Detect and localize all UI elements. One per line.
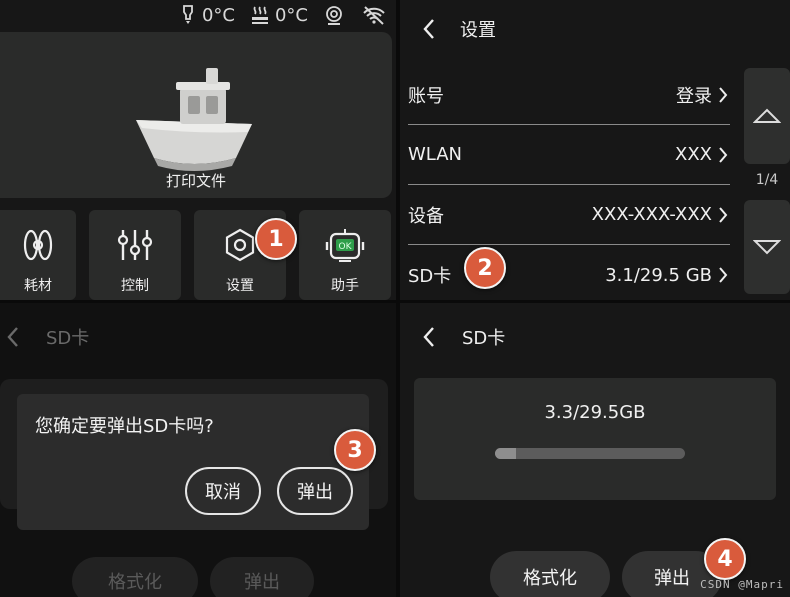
print-file-card[interactable]: 打印文件 [0,32,392,198]
tile-filament-label: 耗材 [24,278,52,294]
step-badge-1: 1 [255,218,297,260]
sd-card-title: SD卡 [462,328,506,349]
robot-assistant-icon: OK [325,229,365,262]
status-bar: 0°C 0°C [180,0,396,30]
eject-confirm-dialog: 您确定要弹出SD卡吗? 取消 弹出 [17,394,369,530]
settings-row-label: WLAN [408,144,463,165]
chevron-left-icon [423,327,434,347]
settings-row-label: SD卡 [408,266,452,287]
triangle-up-icon [753,108,781,123]
wifi-off-icon [363,6,385,25]
filament-spool-icon [23,229,53,261]
page-down-button[interactable] [744,200,790,294]
settings-row-value: XXX-XXX-XXX [591,204,712,225]
camera-icon [326,6,342,25]
sd-card-screen: SD卡 3.3/29.5GB 格式化 弹出 4 CSDN @Mapri [400,303,790,597]
settings-row-sd-card[interactable]: SD卡 3.1/29.5 GB [408,245,730,300]
confirm-eject-button[interactable]: 弹出 [277,467,353,515]
sd-card-header-dimmed: SD卡 [0,303,396,371]
gear-icon [225,228,255,262]
tile-assistant[interactable]: OK 助手 [299,210,391,300]
settings-row-wlan[interactable]: WLAN XXX [408,125,730,185]
storage-progress-bar [495,448,685,459]
back-button[interactable] [422,326,436,348]
back-button-dimmed [6,326,20,348]
storage-progress-fill [495,448,516,459]
tile-control-label: 控制 [121,278,149,294]
panel-divider-vertical [396,0,400,597]
chevron-right-icon [719,86,728,103]
tile-settings-label: 设置 [226,278,254,294]
cancel-button[interactable]: 取消 [185,467,261,515]
page-up-button[interactable] [744,68,790,164]
storage-usage-text: 3.3/29.5GB [544,402,646,423]
tile-assistant-label: 助手 [331,278,359,294]
heated-bed-icon [251,6,268,24]
chevron-left-icon [423,18,434,39]
settings-screen: 设置 账号 登录 WLAN XXX 设备 XXX-XXX-XXX SD卡 3.1… [400,0,790,300]
eject-confirm-screen: SD卡 格式化 弹出 您确定要弹出SD卡吗? 取消 弹出 3 [0,303,396,597]
settings-row-value: 登录 [676,85,712,107]
chevron-left-icon [7,327,18,347]
svg-text:OK: OK [339,242,353,252]
back-button[interactable] [422,18,436,40]
sd-card-header: SD卡 [400,303,790,371]
nozzle-temp: 0°C [201,4,235,26]
settings-title: 设置 [460,19,496,41]
settings-row-value: XXX [675,144,712,165]
bed-temp: 0°C [274,4,308,26]
home-screen: 0°C 0°C 打印文件 耗材 控制 设置 OK 助手 1 [0,0,396,300]
panel-divider-horizontal [0,300,790,303]
page-indicator: 1/4 [755,172,779,188]
settings-row-value: 3.1/29.5 GB [605,264,712,286]
storage-card: 3.3/29.5GB [414,378,776,500]
step-badge-2: 2 [464,247,506,289]
settings-row-account[interactable]: 账号 登录 [408,65,730,125]
chevron-right-icon [719,267,728,283]
eject-button-dimmed: 弹出 [210,557,314,597]
tile-control[interactable]: 控制 [89,210,181,300]
step-badge-3: 3 [334,429,376,471]
watermark: CSDN @Mapri [700,578,784,591]
settings-row-device[interactable]: 设备 XXX-XXX-XXX [408,185,730,245]
dialog-message: 您确定要弹出SD卡吗? [35,416,214,437]
format-button-dimmed: 格式化 [72,557,198,597]
nozzle-icon [183,5,193,24]
format-button[interactable]: 格式化 [490,551,610,597]
chevron-right-icon [719,206,728,223]
chevron-right-icon [719,146,728,163]
settings-header: 设置 [400,0,790,57]
settings-row-label: 设备 [408,205,444,227]
tile-filament[interactable]: 耗材 [0,210,76,300]
step-badge-4: 4 [704,538,746,580]
settings-row-label: 账号 [408,85,444,107]
sd-card-title-dimmed: SD卡 [46,328,90,349]
sliders-icon [117,230,153,260]
benchy-model-image [136,68,252,171]
print-file-label: 打印文件 [165,172,226,190]
triangle-down-icon [753,240,781,255]
